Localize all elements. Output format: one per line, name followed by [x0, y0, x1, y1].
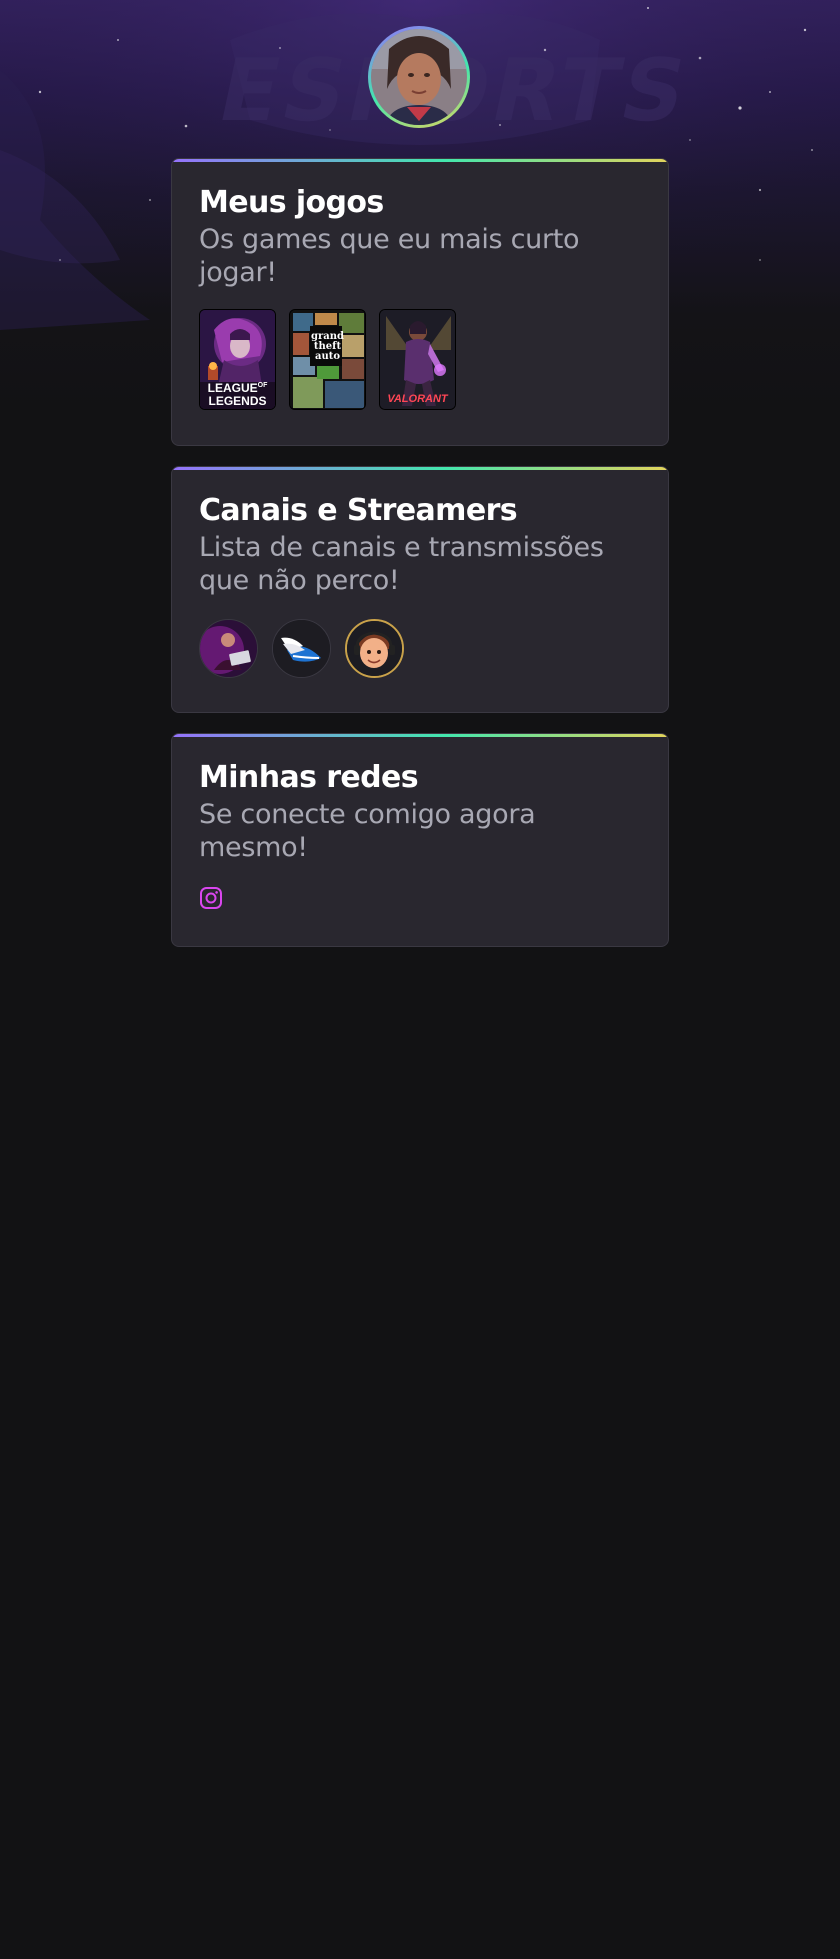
instagram-link[interactable] — [199, 886, 223, 910]
game-valorant[interactable]: VALORANT — [379, 309, 456, 410]
streamer-avatar-3 — [347, 621, 402, 676]
streamer-avatar-1 — [200, 620, 257, 677]
game-title-line1: LEAGUEOF — [207, 381, 268, 395]
channels-card-subtitle: Lista de canais e transmissões que não p… — [199, 532, 604, 596]
channel-avatar-1[interactable] — [199, 619, 258, 678]
channel-avatar-2[interactable] — [272, 619, 331, 678]
social-links — [199, 886, 641, 910]
game-title-line2: LEGENDS — [208, 394, 267, 408]
channels-list — [199, 619, 641, 678]
social-card-subtitle: Se conecte comigo agora mesmo! — [199, 799, 536, 863]
game-title-line3: auto — [314, 351, 341, 362]
social-card-title: Minhas redes — [199, 760, 419, 795]
instagram-icon — [200, 887, 222, 909]
game-title: VALORANT — [387, 393, 448, 405]
game-gta-v[interactable]: grand theft auto — [289, 309, 366, 410]
game-league-of-legends[interactable]: LEAGUEOF LEGENDS — [199, 309, 276, 410]
profile-photo — [371, 29, 467, 125]
games-list: LEAGUEOF LEGENDS grand theft auto VALORA… — [199, 309, 641, 410]
profile-avatar — [368, 26, 470, 128]
social-card: Minhas redes Se conecte comigo agora mes… — [171, 733, 669, 947]
channel-avatar-3[interactable] — [345, 619, 404, 678]
channels-card: Canais e Streamers Lista de canais e tra… — [171, 466, 669, 713]
games-card-title: Meus jogos — [199, 185, 384, 220]
channels-card-title: Canais e Streamers — [199, 493, 518, 528]
streamer-avatar-2 — [273, 620, 330, 677]
games-card: Meus jogos Os games que eu mais curto jo… — [171, 158, 669, 446]
games-card-subtitle: Os games que eu mais curto jogar! — [199, 224, 580, 288]
